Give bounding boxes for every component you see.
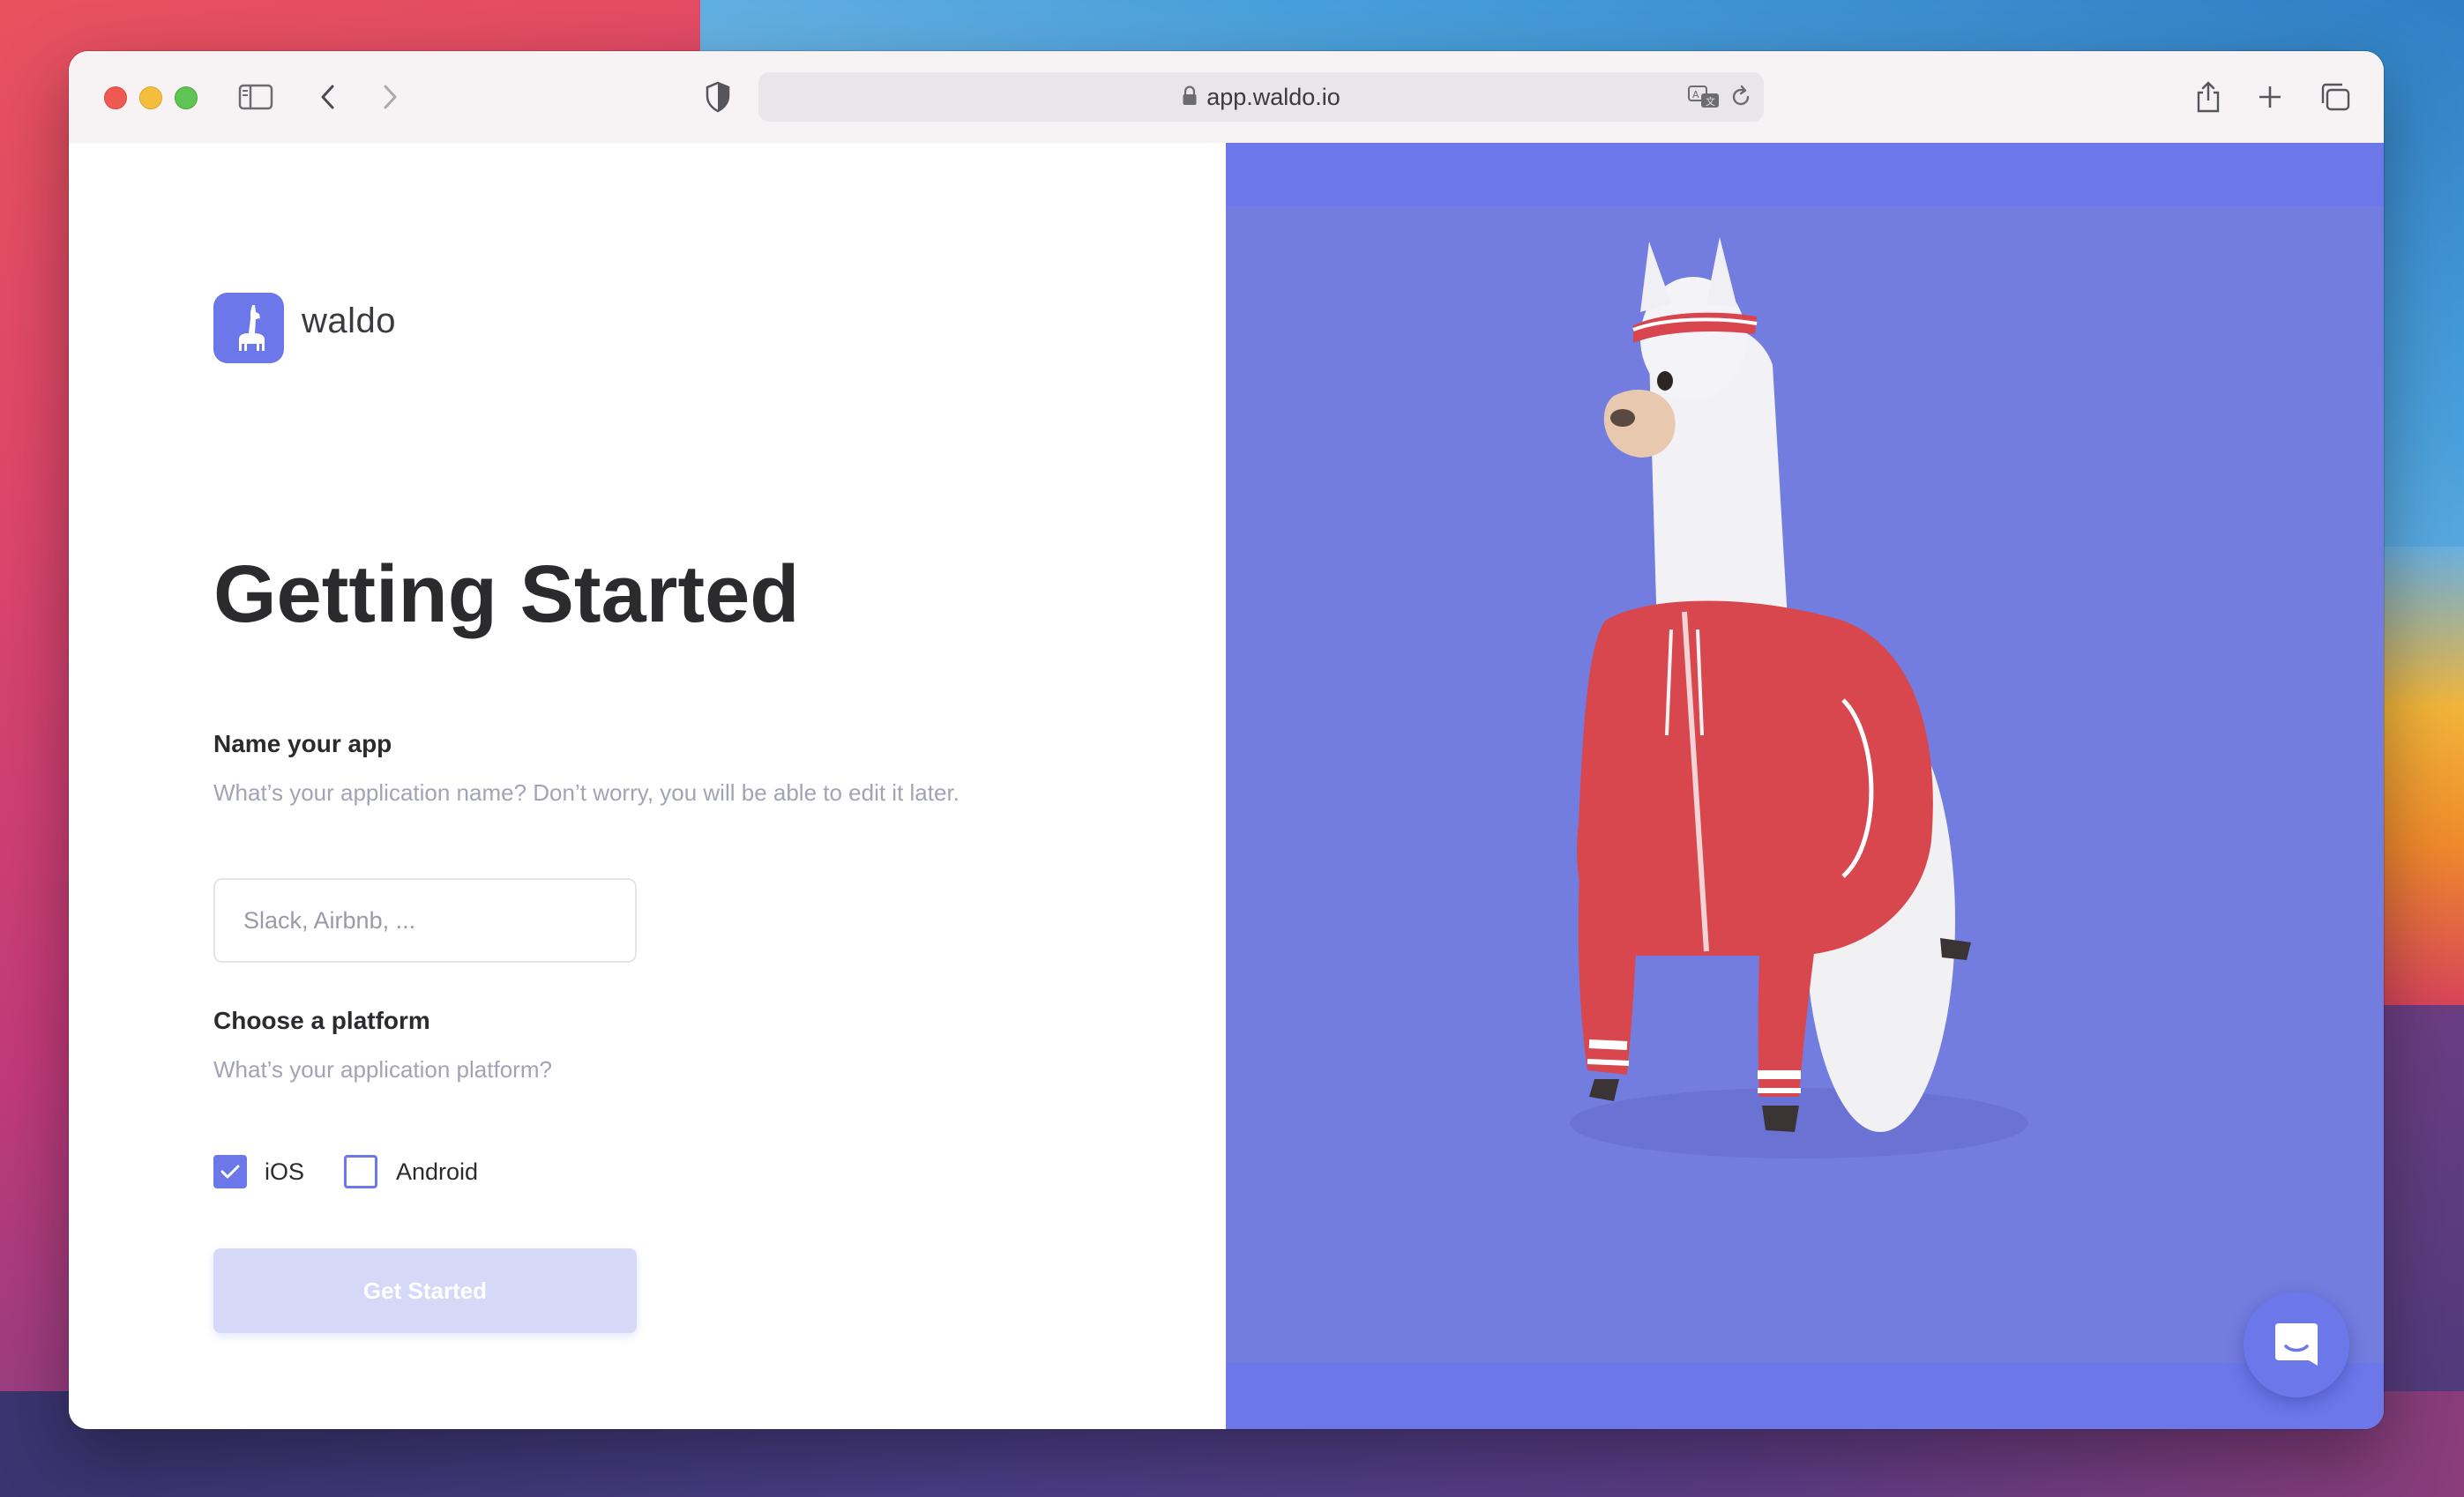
brand-name: waldo — [302, 302, 397, 340]
address-bar[interactable]: app.waldo.io A文 — [758, 72, 1764, 122]
zoom-window-button[interactable] — [175, 86, 198, 109]
choose-platform-hint: What’s your application platform? — [213, 1056, 552, 1083]
url-text: app.waldo.io — [1206, 84, 1340, 110]
llama-mascot-illustration — [1570, 237, 2028, 1158]
ios-label[interactable]: iOS — [265, 1158, 304, 1186]
android-checkbox[interactable] — [344, 1155, 377, 1188]
llama-icon — [239, 305, 265, 351]
share-icon[interactable] — [2189, 78, 2228, 116]
name-app-label: Name your app — [213, 730, 392, 757]
chevron-left-icon[interactable] — [309, 78, 347, 116]
android-label[interactable]: Android — [396, 1158, 478, 1186]
onboarding-form-pane: waldo Getting Started Name your app What… — [69, 143, 1226, 1429]
page-title: Getting Started — [213, 549, 800, 639]
sidebar-icon[interactable] — [236, 78, 275, 116]
ios-checkbox[interactable] — [213, 1155, 247, 1188]
checkmark-icon — [220, 1165, 240, 1179]
tabs-overview-icon[interactable] — [2316, 78, 2355, 116]
plus-icon[interactable] — [2251, 78, 2289, 116]
waldo-logo — [213, 293, 284, 363]
translate-icon[interactable]: A文 — [1684, 78, 1723, 116]
svg-text:文: 文 — [1706, 95, 1715, 108]
browser-toolbar: app.waldo.io A文 — [69, 51, 2384, 145]
hero-illustration-pane — [1226, 143, 2384, 1429]
minimize-window-button[interactable] — [139, 86, 162, 109]
app-name-input[interactable] — [213, 878, 637, 963]
choose-platform-label: Choose a platform — [213, 1007, 430, 1034]
url-display[interactable]: app.waldo.io — [758, 72, 1764, 122]
name-app-hint: What’s your application name? Don’t worr… — [213, 779, 959, 806]
get-started-button[interactable]: Get Started — [213, 1248, 637, 1333]
shield-icon[interactable] — [698, 78, 737, 116]
reload-icon[interactable] — [1721, 78, 1760, 116]
chat-icon — [2275, 1323, 2318, 1366]
chat-launcher-button[interactable] — [2244, 1292, 2349, 1397]
close-window-button[interactable] — [104, 86, 127, 109]
browser-window: app.waldo.io A文 waldo Getting Started Na… — [69, 51, 2384, 1429]
lock-icon — [1182, 74, 1198, 123]
svg-text:A: A — [1692, 89, 1699, 101]
hero-image-area — [1226, 206, 2384, 1363]
chevron-right-icon[interactable] — [370, 78, 409, 116]
